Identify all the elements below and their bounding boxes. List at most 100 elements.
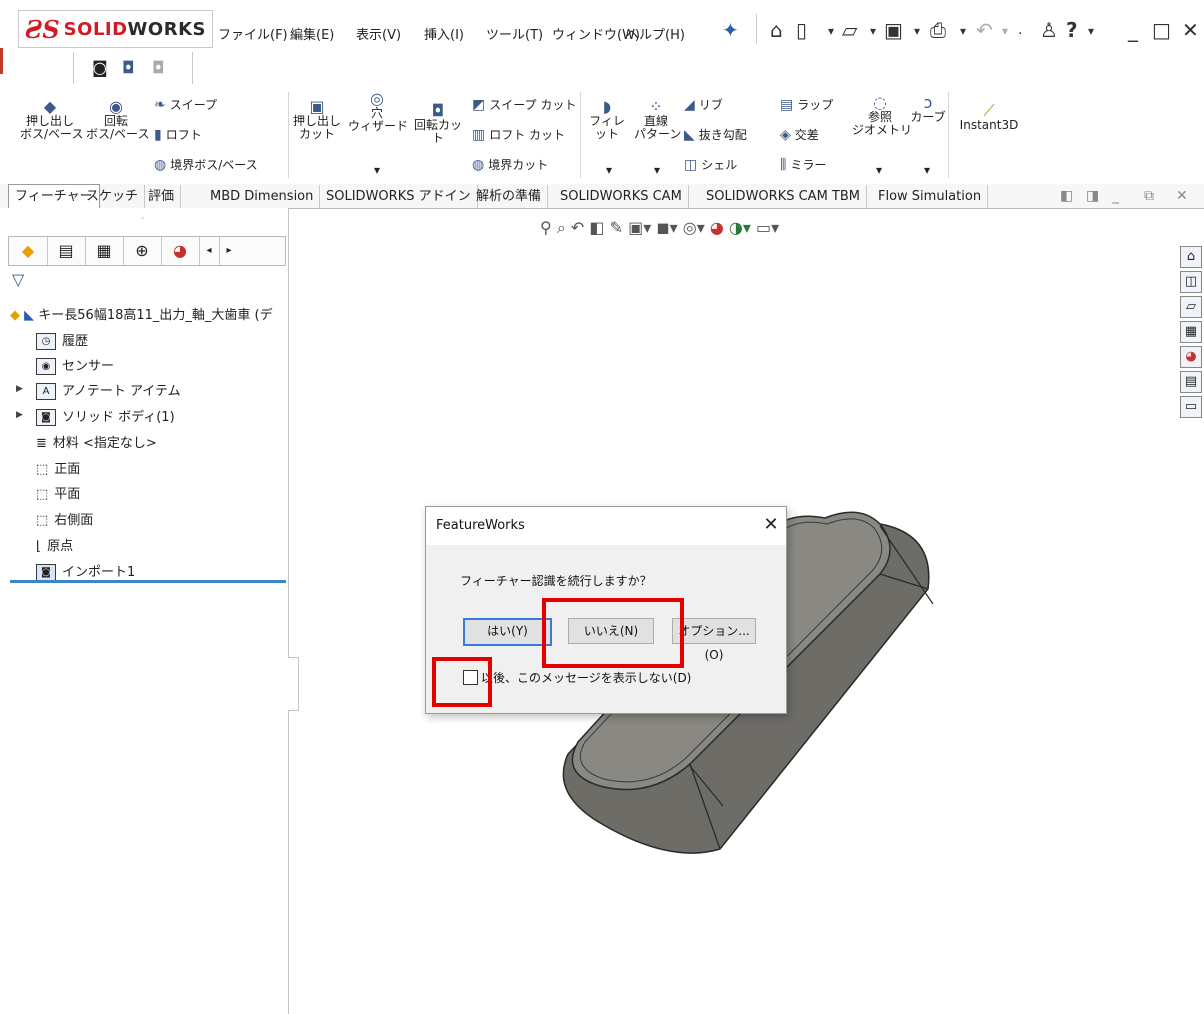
tab-solidworks-cam-tbm[interactable]: SOLIDWORKS CAM TBM <box>700 185 867 208</box>
tree-item-annotations[interactable]: A アノテート アイテム <box>36 380 181 400</box>
task-pane-home-icon[interactable]: ⌂ <box>1180 246 1202 268</box>
extrude-cut-button[interactable]: ▣ 押し出し カット <box>290 99 344 141</box>
menu-file[interactable]: ファイル(F) <box>218 24 288 43</box>
tile-left-icon[interactable]: ◧ <box>1060 188 1073 204</box>
hide-show-icon[interactable]: ◎▾ <box>683 218 705 237</box>
tab-scroll-left-icon[interactable]: ◂ <box>199 237 220 265</box>
loft-button[interactable]: ▮ ロフト <box>154 126 202 143</box>
help-icon[interactable]: ? <box>1066 18 1078 42</box>
chevron-down-icon[interactable]: ▾ <box>642 164 672 177</box>
menu-edit[interactable]: 編集(E) <box>290 24 334 43</box>
display-style-icon[interactable]: ◼▾ <box>656 218 677 237</box>
tile-right-icon[interactable]: ◨ <box>1086 188 1099 204</box>
dimxpert-tab-icon[interactable]: ⊕ <box>123 237 162 265</box>
filter-icon[interactable]: ▽ <box>12 270 24 289</box>
boundary-cut-button[interactable]: ◍ 境界カット <box>472 156 548 173</box>
forum-icon[interactable]: ▭ <box>1180 396 1202 418</box>
rollback-bar[interactable] <box>10 580 286 583</box>
expand-caret-icon[interactable]: ▶ <box>16 384 23 394</box>
chevron-down-icon[interactable]: ▾ <box>362 164 392 177</box>
options-button[interactable]: オプション...(O) <box>672 618 756 662</box>
dynamic-annotation-icon[interactable]: ✎ <box>610 218 623 237</box>
chevron-down-icon[interactable]: ▾ <box>864 164 894 177</box>
menu-insert[interactable]: 挿入(I) <box>424 24 464 43</box>
panel-collapse-handle[interactable]: ◦ <box>140 214 145 223</box>
custom-properties-icon[interactable]: ▤ <box>1180 371 1202 393</box>
chevron-down-icon[interactable]: ▾ <box>912 164 942 177</box>
tree-item-sensors[interactable]: ◉ センサー <box>36 355 114 375</box>
section-view-icon[interactable]: ◧ <box>589 218 604 237</box>
dont-show-label[interactable]: 以後、このメッセージを表示しない(D) <box>481 669 691 686</box>
fillet-button[interactable]: ◗ フィレット <box>584 99 630 141</box>
pin-icon[interactable]: ✦ <box>722 18 739 42</box>
expand-caret-icon[interactable]: ▶ <box>16 410 23 420</box>
print-icon[interactable]: ⎙ <box>930 18 946 42</box>
tab-solidworks-addins[interactable]: SOLIDWORKS アドイン <box>320 185 478 208</box>
chevron-down-icon[interactable]: ▾ <box>1088 24 1094 38</box>
sweep-button[interactable]: ❧ スイープ <box>154 96 217 113</box>
tab-analysis-prep[interactable]: 解析の準備 <box>470 185 549 208</box>
menu-tools[interactable]: ツール(T) <box>486 24 543 43</box>
view-orientation-icon[interactable]: ▣▾ <box>628 218 651 237</box>
tab-scroll-right-icon[interactable]: ▸ <box>219 237 239 265</box>
revolve-boss-button[interactable]: ◉ 回転 ボス/ベース <box>86 99 149 141</box>
tree-item-right-plane[interactable]: ⬚ 右側面 <box>36 509 93 528</box>
edit-appearance-icon[interactable]: ◕ <box>710 218 724 237</box>
appearances-icon[interactable]: ◕ <box>1180 346 1202 368</box>
sweep-cut-button[interactable]: ◩ スイープ カット <box>472 96 576 113</box>
doc-close-icon[interactable]: ✕ <box>1176 188 1188 204</box>
reference-geometry-button[interactable]: ◌ 参照 ジオメトリ <box>852 95 912 137</box>
tree-item-material[interactable]: ≣ 材料 <指定なし> <box>36 432 157 451</box>
tab-solidworks-cam[interactable]: SOLIDWORKS CAM <box>554 185 689 208</box>
panel-resize-grip[interactable] <box>288 657 299 711</box>
zoom-area-icon[interactable]: ⌕ <box>557 218 566 237</box>
configuration-tab-icon[interactable]: ▦ <box>85 237 124 265</box>
zoom-to-fit-icon[interactable]: ⚲ <box>540 218 552 237</box>
feature-tree-tab-icon[interactable]: ◆ <box>9 237 48 265</box>
tab-evaluate[interactable]: 評価 <box>142 185 182 208</box>
close-icon[interactable]: ✕ <box>760 513 782 537</box>
tree-item-origin[interactable]: ⌊ 原点 <box>36 535 73 554</box>
tree-item-top-plane[interactable]: ⬚ 平面 <box>36 483 80 502</box>
chevron-down-icon[interactable]: ▾ <box>1002 24 1008 38</box>
rib-button[interactable]: ◢ リブ <box>684 96 723 113</box>
tree-item-import[interactable]: ◙ インポート1 <box>36 561 135 581</box>
save-icon[interactable]: ▣ <box>884 18 903 42</box>
maximize-icon[interactable]: □ <box>1152 18 1171 42</box>
solidworks-logo[interactable]: ƧS SOLIDWORKS <box>18 10 213 48</box>
new-document-icon[interactable]: ▯ <box>796 18 807 42</box>
chevron-down-icon[interactable]: ▾ <box>960 24 966 38</box>
display-manager-tab-icon[interactable]: ◕ <box>161 237 200 265</box>
revolve-cut-button[interactable]: ◘ 回転カット <box>410 103 466 145</box>
yes-button[interactable]: はい(Y) <box>463 618 552 646</box>
open-folder-icon[interactable]: ▱ <box>842 18 857 42</box>
linear-pattern-button[interactable]: ⁘ 直線 パターン <box>634 99 681 141</box>
hole-wizard-button[interactable]: ◎ 穴 ウィザード <box>348 91 408 133</box>
draft-button[interactable]: ◣ 抜き勾配 <box>684 126 747 143</box>
file-explorer-icon[interactable]: ▱ <box>1180 296 1202 318</box>
chevron-down-icon[interactable]: ▾ <box>870 24 876 38</box>
menu-help[interactable]: ヘルプ(H) <box>626 24 685 43</box>
doc-minimize-icon[interactable]: _ <box>1112 188 1119 204</box>
instant3d-button[interactable]: ⟋ Instant3D <box>954 103 1024 132</box>
undo-icon[interactable]: ↶ <box>976 18 993 42</box>
chevron-down-icon[interactable]: ▾ <box>914 24 920 38</box>
tab-flow-simulation[interactable]: Flow Simulation <box>872 185 989 208</box>
tree-item-history[interactable]: ◷ 履歴 <box>36 330 88 350</box>
mirror-button[interactable]: ⫼ ミラー <box>780 156 826 173</box>
design-library-icon[interactable]: ◫ <box>1180 271 1202 293</box>
tree-root[interactable]: ◆ ◣ キー長56幅18高11_出力_軸_大歯車 (デ <box>10 304 273 323</box>
tree-item-solid-bodies[interactable]: ◙ ソリッド ボディ(1) <box>36 406 175 426</box>
close-window-icon[interactable]: ✕ <box>1182 18 1199 42</box>
wrap-button[interactable]: ▤ ラップ <box>780 96 833 113</box>
home-icon[interactable]: ⌂ <box>770 18 783 42</box>
minimize-icon[interactable]: _ <box>1128 18 1138 42</box>
tab-sketch[interactable]: スケッチ <box>80 185 146 208</box>
view-palette-icon[interactable]: ▦ <box>1180 321 1202 343</box>
user-icon[interactable]: ♙ <box>1040 18 1058 42</box>
menu-view[interactable]: 表示(V) <box>356 24 401 43</box>
extrude-boss-button[interactable]: ◆ 押し出し ボス/ベース <box>20 99 83 141</box>
camera-icon[interactable]: ◙ <box>92 58 108 77</box>
boundary-boss-button[interactable]: ◍ 境界ボス/ベース <box>154 156 258 173</box>
property-manager-tab-icon[interactable]: ▤ <box>47 237 86 265</box>
